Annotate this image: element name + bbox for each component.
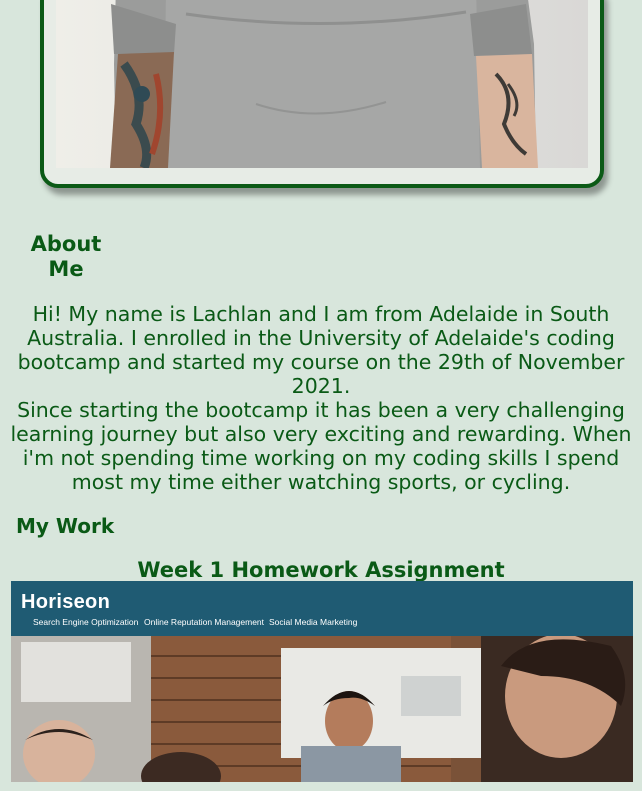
preview-nav-item: Social Media Marketing [269, 617, 358, 627]
about-paragraph-2: Since starting the bootcamp it has been … [10, 398, 632, 494]
preview-hero-image [11, 636, 633, 782]
my-work-heading: My Work [16, 514, 115, 538]
preview-logo: Horiseon [21, 591, 111, 613]
about-text: Hi! My name is Lachlan and I am from Ade… [10, 302, 632, 494]
about-heading: About Me [30, 232, 102, 281]
bottom-margin [0, 782, 642, 791]
preview-nav-item: Online Reputation Management [144, 617, 265, 627]
preview-header: Horiseon Search Engine Optimization Onli… [11, 581, 633, 636]
profile-photo-card [40, 0, 604, 188]
preview-nav-item: Search Engine Optimization [33, 617, 139, 627]
page: About Me Hi! My name is Lachlan and I am… [0, 0, 642, 791]
about-paragraph-1: Hi! My name is Lachlan and I am from Ade… [17, 302, 625, 398]
project-title[interactable]: Week 1 Homework Assignment [0, 557, 642, 583]
profile-photo [56, 0, 588, 168]
project-preview-link[interactable]: Horiseon Search Engine Optimization Onli… [11, 581, 633, 782]
